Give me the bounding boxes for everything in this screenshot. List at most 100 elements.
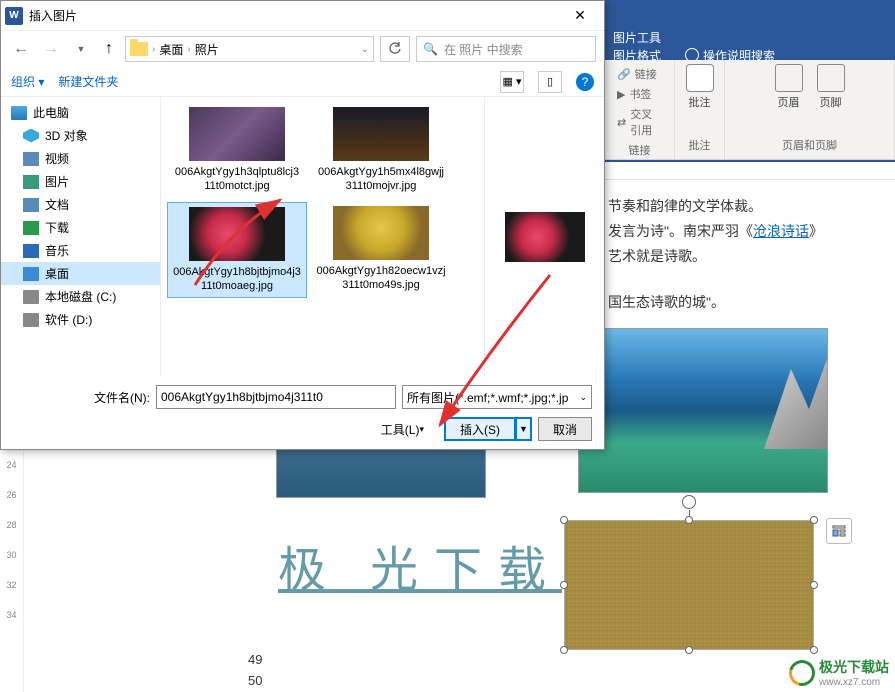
- breadcrumb[interactable]: › 桌面 › 照片 ⌄: [125, 36, 374, 62]
- dialog-toolbar: 组织 ▾ 新建文件夹 ▦ ▾ ▯ ?: [1, 67, 604, 97]
- cmd-header[interactable]: 页眉: [775, 64, 803, 110]
- bookmark-icon: ▶: [617, 88, 625, 101]
- doc-image-2[interactable]: [578, 328, 828, 493]
- file-thumb: [189, 107, 285, 161]
- organize-button[interactable]: 组织 ▾: [11, 73, 44, 90]
- dialog-title: 插入图片: [29, 7, 77, 24]
- text-line: 节奏和韵律的文学体裁。: [608, 194, 823, 219]
- nav-back-button[interactable]: ←: [9, 37, 33, 61]
- group-label-hf: 页眉和页脚: [782, 135, 837, 155]
- doc-numbers: 49 50: [248, 650, 262, 692]
- pc-icon: [11, 106, 27, 120]
- resize-handle-n[interactable]: [685, 516, 693, 524]
- doc-icon: [23, 198, 39, 212]
- rotate-handle[interactable]: [682, 495, 696, 509]
- disk-icon: [23, 313, 39, 327]
- disk-icon: [23, 290, 39, 304]
- preview-pane-button[interactable]: ▯: [538, 71, 562, 93]
- file-item[interactable]: 006AkgtYgy1h82oecw1vzj311t0mo49s.jpg: [311, 202, 451, 299]
- header-icon: [775, 64, 803, 92]
- hyperlink[interactable]: 沧浪诗话: [753, 223, 809, 239]
- file-item-selected[interactable]: 006AkgtYgy1h8bjtbjmo4j311t0moaeg.jpg: [167, 202, 307, 299]
- group-label-links: 链接: [629, 140, 651, 160]
- tree-pictures[interactable]: 图片: [1, 170, 160, 193]
- dialog-body: 此电脑 3D 对象 视频 图片 文档 下载 音乐 桌面 本地磁盘 (C:) 软件…: [1, 97, 604, 377]
- cmd-link[interactable]: 🔗链接: [613, 64, 666, 84]
- resize-handle-nw[interactable]: [560, 516, 568, 524]
- breadcrumb-seg[interactable]: 桌面: [159, 41, 183, 58]
- cmd-crossref[interactable]: ⇄交叉引用: [613, 104, 666, 140]
- file-item[interactable]: 006AkgtYgy1h5mx4l8gwjj311t0mojvr.jpg: [311, 103, 451, 198]
- download-icon: [23, 221, 39, 235]
- doc-text-block: 节奏和韵律的文学体裁。 发言为诗"。南宋严羽《沧浪诗话》 艺术就是诗歌。 国生态…: [608, 194, 823, 315]
- dialog-footer: 文件名(N): 所有图片(*.emf;*.wmf;*.jpg;*.jp⌄ 工具(…: [1, 377, 604, 457]
- resize-handle-sw[interactable]: [560, 646, 568, 654]
- dialog-titlebar: W 插入图片 ✕: [1, 1, 604, 31]
- music-icon: [23, 244, 39, 258]
- cmd-bookmark[interactable]: ▶书签: [613, 84, 666, 104]
- folder-icon: [130, 42, 148, 56]
- file-thumb: [189, 207, 285, 261]
- link-icon: 🔗: [617, 68, 631, 81]
- tree-disk-d[interactable]: 软件 (D:): [1, 308, 160, 331]
- refresh-button[interactable]: [380, 36, 410, 62]
- file-grid: 006AkgtYgy1h3qlptu8lcj311t0motct.jpg 006…: [161, 97, 484, 377]
- cmd-footer[interactable]: 页脚: [817, 64, 845, 110]
- word-icon: W: [5, 7, 23, 25]
- tree-disk-c[interactable]: 本地磁盘 (C:): [1, 285, 160, 308]
- insert-button[interactable]: 插入(S) ▼: [444, 417, 532, 441]
- resize-handle-s[interactable]: [685, 646, 693, 654]
- group-label-comment: 批注: [689, 135, 711, 155]
- breadcrumb-dropdown[interactable]: ⌄: [361, 44, 369, 55]
- preview-pane: [484, 97, 604, 377]
- word-commands: 🔗链接 ▶书签 ⇄交叉引用 链接 批注 批注 页眉 页脚 页眉和页脚: [605, 60, 895, 160]
- cmd-comment[interactable]: 批注: [686, 64, 714, 110]
- file-thumb: [333, 206, 429, 260]
- tools-dropdown[interactable]: 工具(L): [367, 417, 438, 441]
- file-item[interactable]: 006AkgtYgy1h3qlptu8lcj311t0motct.jpg: [167, 103, 307, 198]
- nav-up-button[interactable]: ↑: [99, 39, 119, 59]
- nav-recent-dropdown[interactable]: ▼: [69, 37, 93, 61]
- breadcrumb-seg[interactable]: 照片: [195, 41, 219, 58]
- watermark-text: 极 光下载: [278, 530, 562, 600]
- search-input[interactable]: 🔍 在 照片 中搜索: [416, 36, 596, 62]
- view-mode-button[interactable]: ▦ ▾: [500, 71, 524, 93]
- tree-docs[interactable]: 文档: [1, 193, 160, 216]
- tree-pc[interactable]: 此电脑: [1, 101, 160, 124]
- video-icon: [23, 152, 39, 166]
- tree-desktop[interactable]: 桌面: [1, 262, 160, 285]
- resize-handle-e[interactable]: [810, 581, 818, 589]
- close-button[interactable]: ✕: [560, 2, 600, 30]
- file-type-filter[interactable]: 所有图片(*.emf;*.wmf;*.jpg;*.jp⌄: [402, 385, 592, 409]
- cancel-button[interactable]: 取消: [538, 417, 592, 441]
- selected-shape[interactable]: [564, 520, 814, 650]
- site-logo: 极光下载站 www.xz7.com: [789, 657, 889, 688]
- nav-forward-button[interactable]: →: [39, 37, 63, 61]
- crossref-icon: ⇄: [617, 116, 626, 129]
- resize-handle-w[interactable]: [560, 581, 568, 589]
- resize-handle-ne[interactable]: [810, 516, 818, 524]
- tree-video[interactable]: 视频: [1, 147, 160, 170]
- image-icon: [23, 175, 39, 189]
- comment-icon: [686, 64, 714, 92]
- text-line: 发言为诗"。南宋严羽《沧浪诗话》: [608, 219, 823, 244]
- insert-dropdown-arrow[interactable]: ▼: [516, 417, 532, 441]
- help-button[interactable]: ?: [576, 73, 594, 91]
- preview-image: [505, 212, 585, 262]
- resize-handle-se[interactable]: [810, 646, 818, 654]
- filename-input[interactable]: [156, 385, 396, 409]
- text-line: 国生态诗歌的城"。: [608, 290, 823, 315]
- newfolder-button[interactable]: 新建文件夹: [58, 73, 118, 90]
- tree-downloads[interactable]: 下载: [1, 216, 160, 239]
- tree-music[interactable]: 音乐: [1, 239, 160, 262]
- dialog-nav: ← → ▼ ↑ › 桌面 › 照片 ⌄ 🔍 在 照片 中搜索: [1, 31, 604, 67]
- filename-label: 文件名(N):: [94, 389, 150, 406]
- text-line: 艺术就是诗歌。: [608, 244, 823, 269]
- folder-tree: 此电脑 3D 对象 视频 图片 文档 下载 音乐 桌面 本地磁盘 (C:) 软件…: [1, 97, 161, 377]
- desktop-icon: [23, 267, 39, 281]
- footer-icon: [817, 64, 845, 92]
- tree-3d[interactable]: 3D 对象: [1, 124, 160, 147]
- search-icon: 🔍: [423, 42, 438, 56]
- layout-options-button[interactable]: [826, 518, 852, 544]
- 3d-icon: [23, 129, 39, 143]
